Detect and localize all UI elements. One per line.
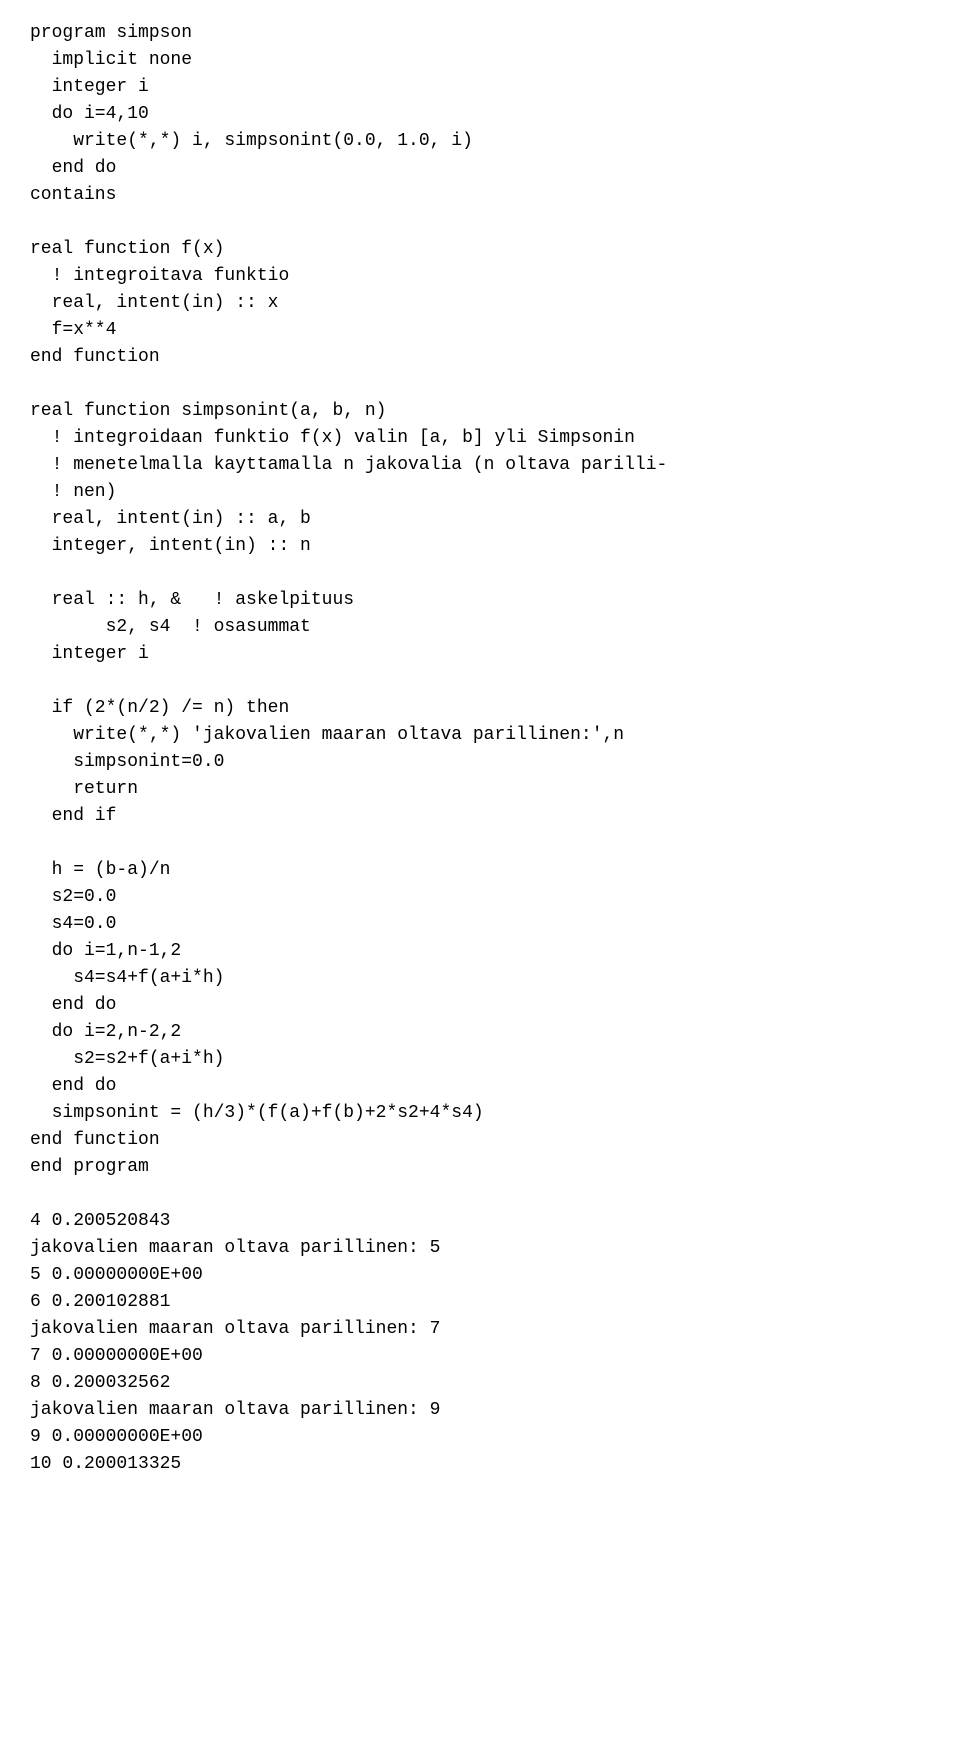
code-block: program simpson implicit none integer i … bbox=[30, 20, 930, 1478]
